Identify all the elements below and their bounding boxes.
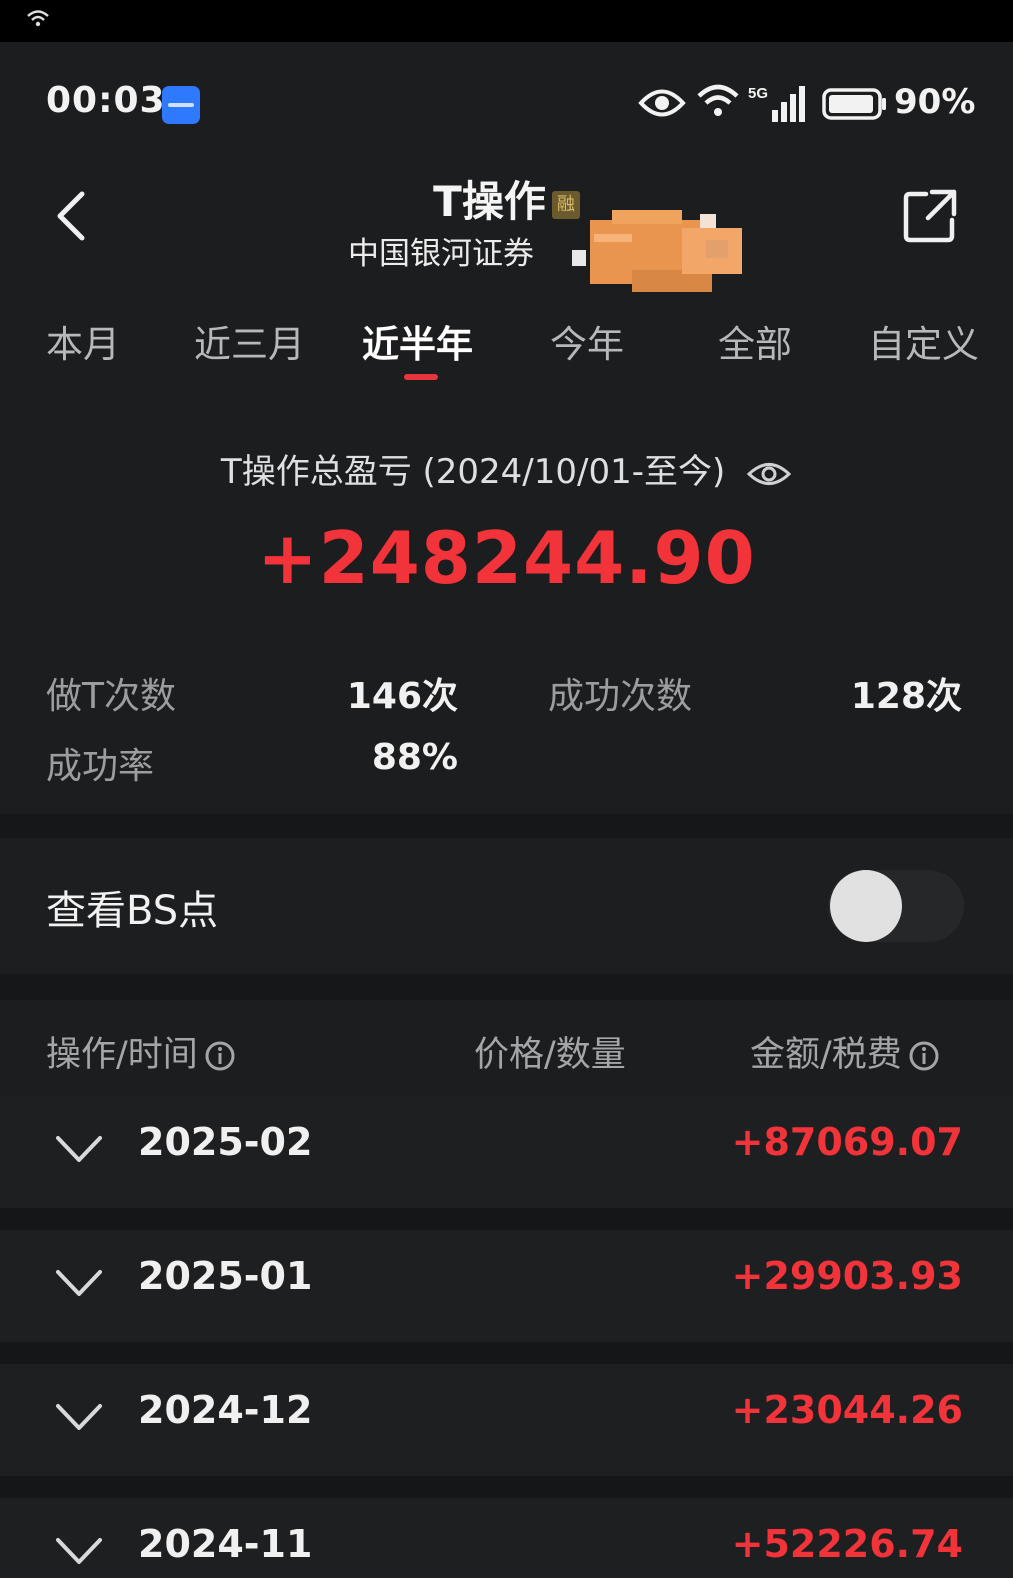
column-op-time: 操作/时间 [46,1026,236,1077]
section-divider [0,974,1013,1000]
column-price-qty: 价格/数量 [474,1035,626,1075]
month-row[interactable]: 2025-02 +87069.07 [0,1096,1013,1208]
column-amount-fee-label: 金额/税费 [750,1035,902,1075]
info-icon[interactable] [908,1040,940,1072]
month-row[interactable]: 2025-01 +29903.93 [0,1230,1013,1342]
t-count-value: 146次 [346,676,458,717]
total-profit-label-text: T操作总盈亏 (2024/10/01-至今) [220,452,726,492]
broker-name: 中国银河证券 [348,236,534,272]
month-amount: +29903.93 [731,1254,963,1298]
row-separator [0,1476,1013,1498]
total-profit-label: T操作总盈亏 (2024/10/01-至今) [0,444,1013,493]
chevron-down-icon [56,1270,102,1296]
tab-last-three-months[interactable]: 近三月 [194,314,305,368]
wifi-icon [27,10,49,27]
active-tab-indicator [404,374,438,380]
toggle-knob [830,870,902,942]
tab-this-month[interactable]: 本月 [46,314,120,368]
success-count-label: 成功次数 [548,676,693,717]
status-bar: 00:03 5G 90% [0,42,1013,162]
total-profit-value: +248244.90 [257,516,756,600]
bs-points-row: 查看BS点 [0,838,1013,974]
column-op-time-label: 操作/时间 [46,1035,198,1075]
chevron-down-icon [56,1404,102,1430]
success-rate-value: 88% [371,737,458,778]
month-amount: +87069.07 [731,1120,963,1164]
chevron-down-icon [56,1136,102,1162]
battery-percent: 90% [894,82,976,122]
month-amount: +23044.26 [731,1388,963,1432]
share-icon[interactable] [902,188,958,244]
network-type-label: 5G [748,85,768,102]
page-header: T操作融 中国银河证券 [0,162,1013,302]
redacted-account-mosaic [572,210,742,292]
column-amount-fee: 金额/税费 [750,1026,940,1077]
battery-icon [822,88,886,120]
period-tabs: 本月 近三月 近半年 今年 全部 自定义 [0,308,1013,388]
month-label: 2024-11 [138,1522,313,1566]
t-count-label: 做T次数 [46,676,176,717]
top-strip [0,0,1013,42]
row-separator [0,1342,1013,1364]
tab-last-half-year[interactable]: 近半年 [362,314,473,368]
month-label: 2024-12 [138,1388,313,1432]
month-row[interactable]: 2024-12 +23044.26 [0,1364,1013,1476]
month-row[interactable]: 2024-11 +52226.74 [0,1498,1013,1578]
trade-stats: 做T次数 146次 成功次数 128次 成功率 88% [0,655,1013,805]
tab-all[interactable]: 全部 [718,314,792,368]
month-amount: +52226.74 [731,1522,963,1566]
wifi-icon [697,84,739,116]
tab-this-year[interactable]: 今年 [550,314,624,368]
page-title-text: T操作 [433,177,546,226]
bs-points-label: 查看BS点 [46,888,219,934]
success-count-value: 128次 [850,676,962,717]
info-icon[interactable] [204,1040,236,1072]
page-title: T操作融 [0,168,1013,229]
month-label: 2025-02 [138,1120,313,1164]
app-notification-icon [162,86,200,124]
signal-icon: 5G [748,85,805,122]
eye-icon [638,89,686,117]
chevron-down-icon [56,1538,102,1564]
success-rate-label: 成功率 [46,746,155,787]
month-label: 2025-01 [138,1254,313,1298]
section-divider [0,814,1013,838]
tab-custom[interactable]: 自定义 [868,314,979,368]
table-header: 操作/时间 价格/数量 金额/税费 [0,1000,1013,1100]
status-time: 00:03 [46,80,166,121]
eye-icon[interactable] [746,459,792,489]
row-separator [0,1208,1013,1230]
bs-points-toggle[interactable] [828,870,964,942]
